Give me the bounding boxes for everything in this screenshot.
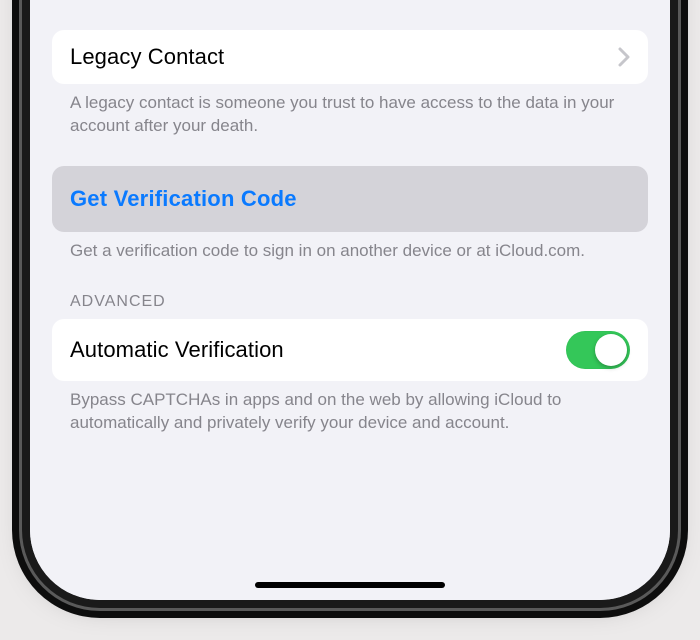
legacy-contact-label: Legacy Contact xyxy=(70,44,224,70)
automatic-verification-footer: Bypass CAPTCHAs in apps and on the web b… xyxy=(52,381,648,435)
get-verification-code-footer: Get a verification code to sign in on an… xyxy=(52,232,648,263)
legacy-contact-row[interactable]: Legacy Contact xyxy=(52,30,648,84)
automatic-verification-label: Automatic Verification xyxy=(70,337,284,363)
legacy-contact-footer: A legacy contact is someone you trust to… xyxy=(52,84,648,138)
home-indicator[interactable] xyxy=(255,582,445,588)
settings-screen: Legacy Contact A legacy contact is someo… xyxy=(30,0,670,600)
get-verification-code-label: Get Verification Code xyxy=(70,186,297,211)
chevron-right-icon xyxy=(618,47,630,67)
iphone-frame: Legacy Contact A legacy contact is someo… xyxy=(30,0,670,600)
get-verification-code-button[interactable]: Get Verification Code xyxy=(52,166,648,232)
automatic-verification-toggle[interactable] xyxy=(566,331,630,369)
automatic-verification-row[interactable]: Automatic Verification xyxy=(52,319,648,381)
toggle-knob xyxy=(595,334,627,366)
advanced-section-header: ADVANCED xyxy=(52,263,648,319)
